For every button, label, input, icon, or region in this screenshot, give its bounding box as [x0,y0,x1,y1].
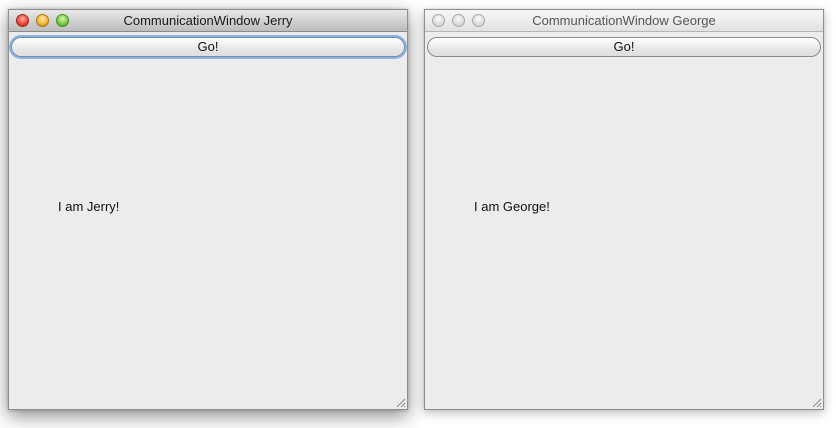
title-bar[interactable]: CommunicationWindow George [425,10,823,32]
go-button[interactable]: Go! [427,37,821,57]
resize-grip-icon[interactable] [810,396,822,408]
message-label: I am George! [474,199,550,214]
communication-window-george: CommunicationWindow George Go! I am Geor… [424,9,824,410]
message-label: I am Jerry! [58,199,120,214]
window-title: CommunicationWindow George [532,13,716,28]
title-bar[interactable]: CommunicationWindow Jerry [9,10,407,32]
go-button[interactable]: Go! [11,37,405,57]
resize-grip-icon[interactable] [394,396,406,408]
communication-window-jerry: CommunicationWindow Jerry Go! I am Jerry… [8,9,408,410]
desktop: CommunicationWindow Jerry Go! I am Jerry… [0,0,836,428]
window-title: CommunicationWindow Jerry [123,13,293,28]
